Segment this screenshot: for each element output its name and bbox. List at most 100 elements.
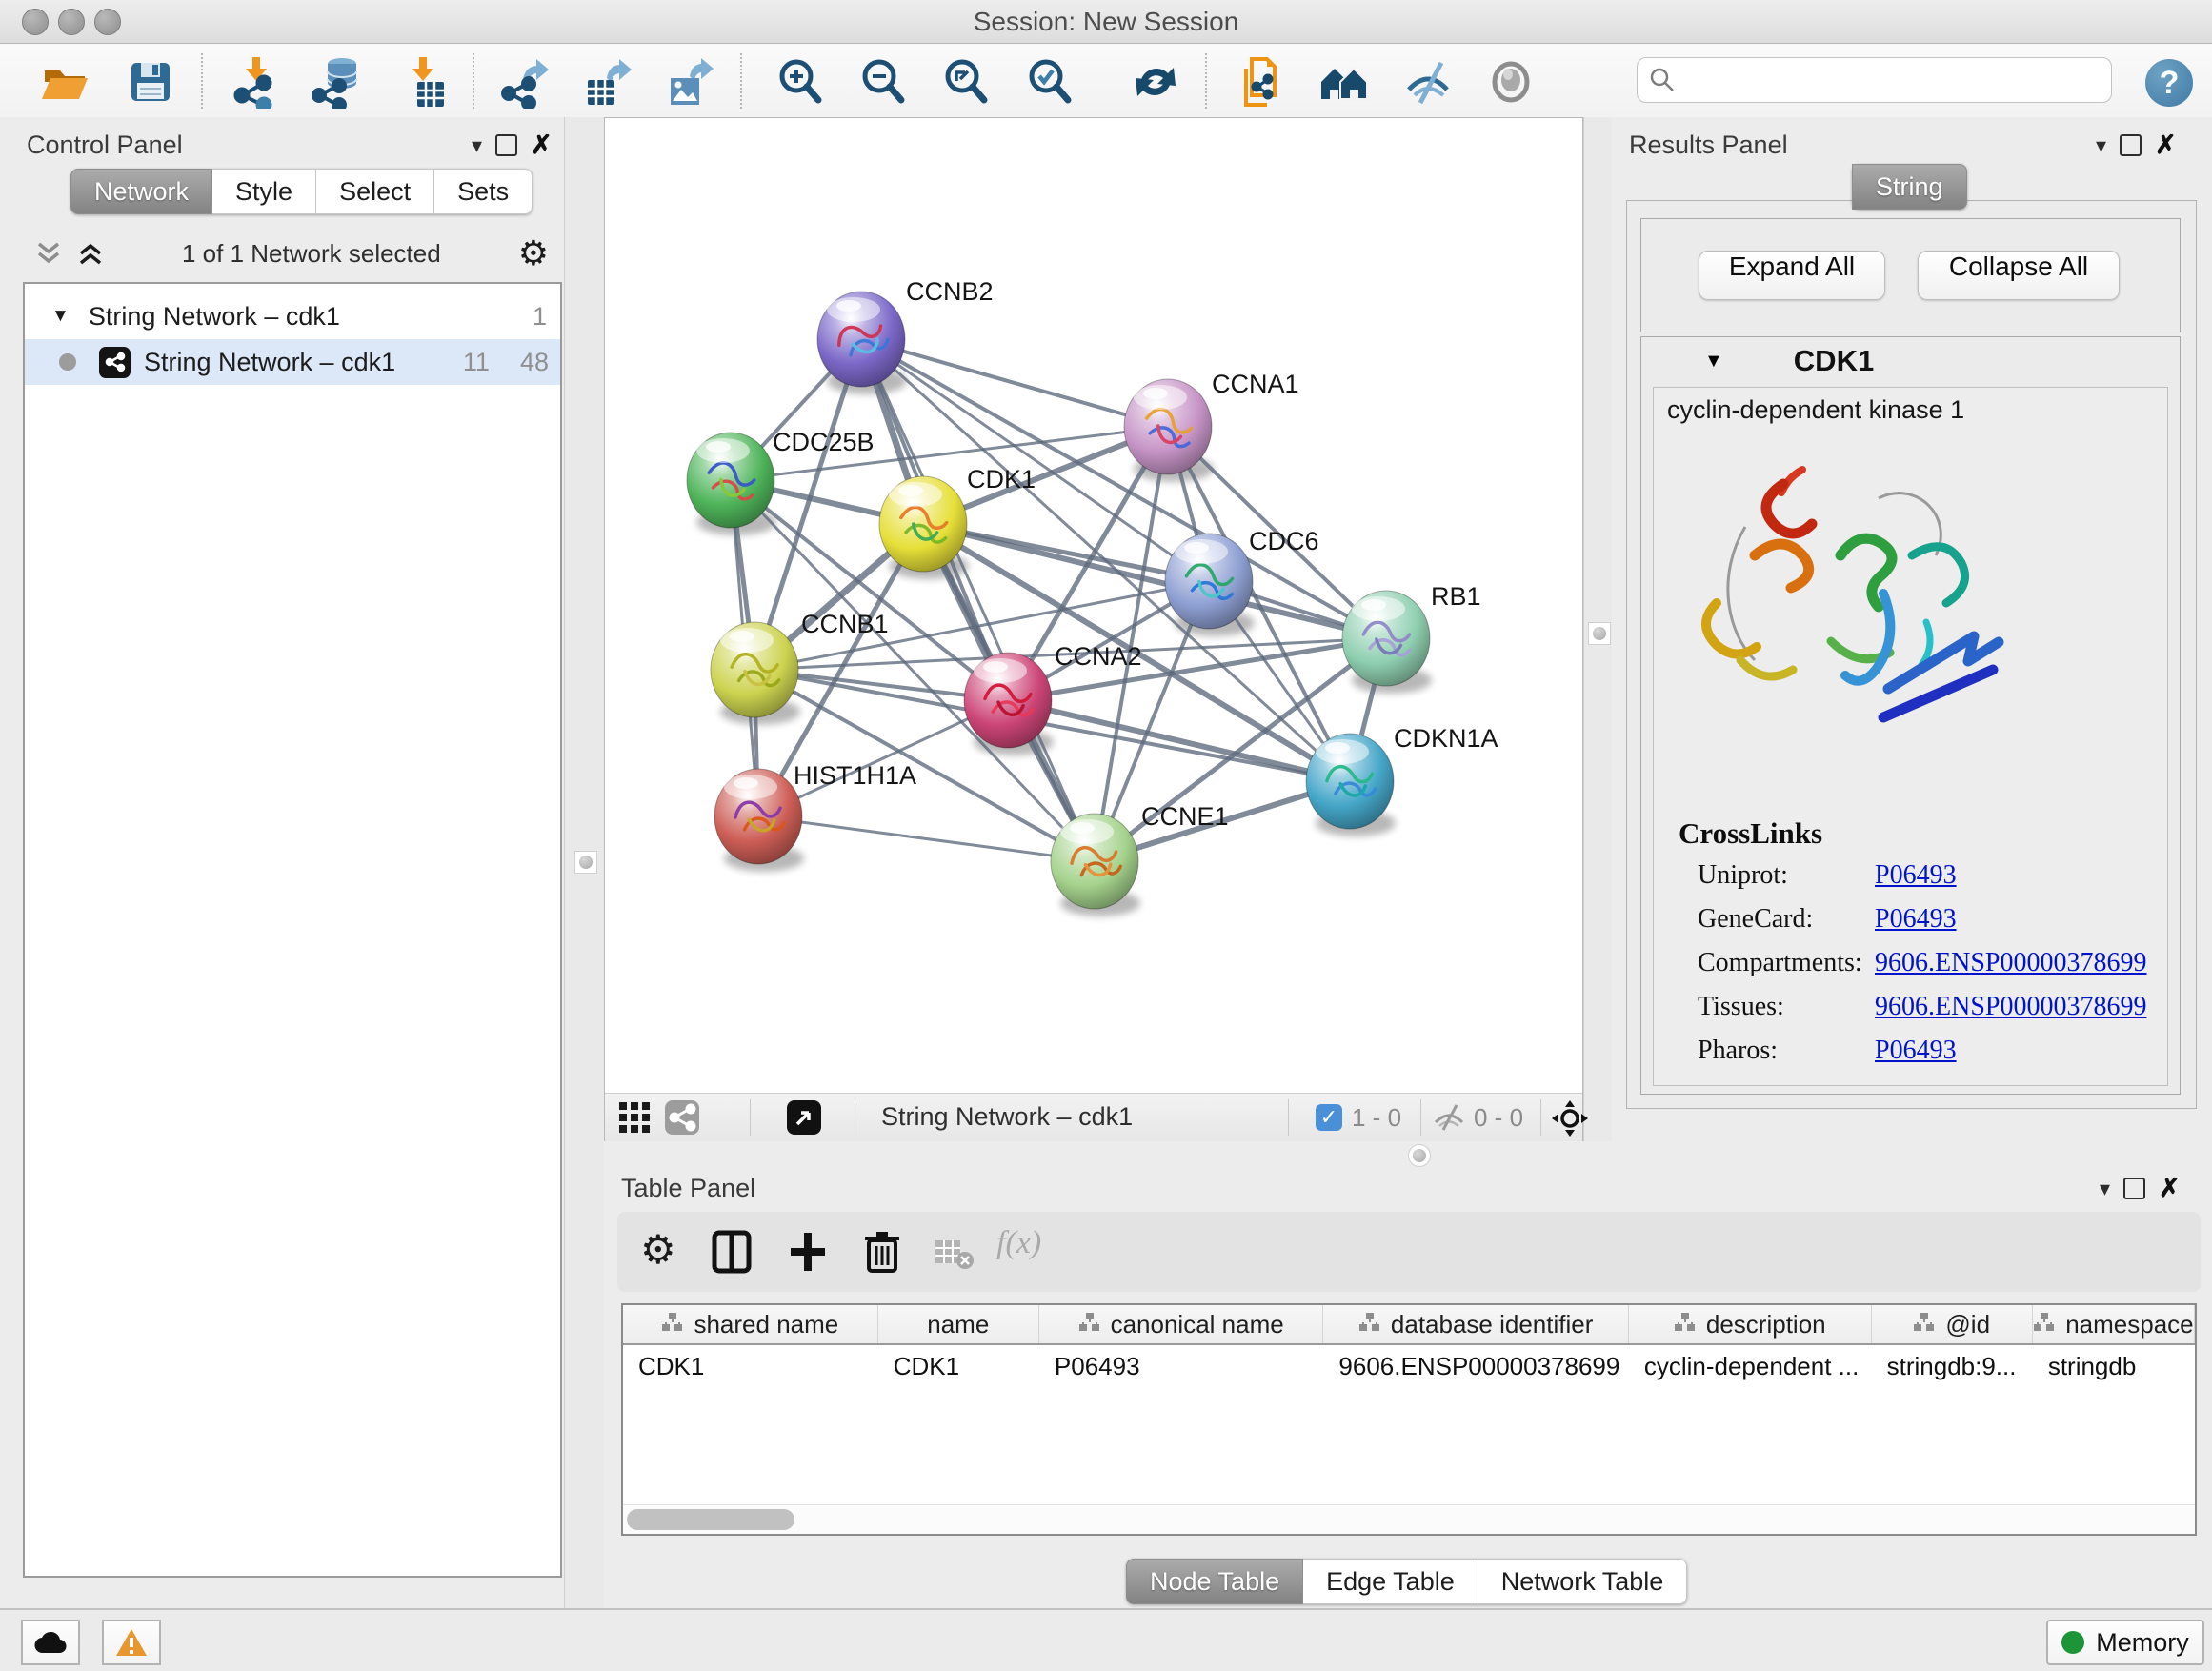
cloud-status-button[interactable]: [21, 1620, 80, 1665]
export-table-icon[interactable]: [580, 55, 633, 109]
network-canvas[interactable]: CCNB2CCNA1CDC25BCDK1CDC6RB1CCNB1CCNA2CDK…: [605, 128, 1582, 1093]
selected-nodes-checkbox-icon[interactable]: ✓: [1316, 1104, 1342, 1131]
column-header-name[interactable]: name: [878, 1305, 1039, 1343]
export-image-icon[interactable]: [663, 55, 716, 109]
node-CCNE1[interactable]: [1051, 814, 1138, 909]
show-columns-icon[interactable]: [711, 1229, 753, 1275]
open-session-icon[interactable]: [38, 55, 91, 109]
cell-canonical-name[interactable]: P06493: [1039, 1345, 1324, 1387]
import-table-icon[interactable]: [398, 55, 452, 109]
expand-all-button[interactable]: Expand All: [1699, 251, 1885, 300]
cell-name[interactable]: CDK1: [878, 1345, 1039, 1387]
crosslink-link[interactable]: P06493: [1875, 860, 1957, 891]
edge-CCNE1-HIST1H1A[interactable]: [758, 816, 1095, 861]
zoom-selected-icon[interactable]: [1023, 55, 1076, 109]
edge-CCNB2-CCNA1[interactable]: [861, 339, 1168, 427]
horizontal-splitter-grip[interactable]: [1408, 1144, 1431, 1167]
network-style-icon[interactable]: [664, 1099, 700, 1136]
tab-string[interactable]: String: [1852, 164, 1967, 210]
node-CCNA1[interactable]: [1124, 379, 1212, 474]
create-column-plus-icon[interactable]: [787, 1229, 829, 1275]
hide-selected-eye-slash-icon[interactable]: [1401, 55, 1455, 109]
memory-button[interactable]: Memory: [2046, 1620, 2204, 1665]
collapse-all-chevron-icon[interactable]: [34, 241, 63, 266]
network-from-file-icon[interactable]: [1233, 55, 1286, 109]
node-CDC25B[interactable]: [687, 433, 774, 528]
expand-all-chevron-icon[interactable]: [76, 241, 105, 266]
control-panel-menu-caret-icon[interactable]: ▾: [472, 133, 482, 158]
network-row-selected[interactable]: String Network – cdk1 11 48: [25, 339, 560, 385]
network-options-gear-icon[interactable]: ⚙: [518, 236, 549, 271]
tab-select[interactable]: Select: [316, 169, 434, 214]
results-panel-close-icon[interactable]: ✗: [2155, 131, 2177, 160]
cell-database-identifier[interactable]: 9606.ENSP00000378699: [1323, 1345, 1628, 1387]
node-CCNB2[interactable]: [817, 292, 905, 387]
houses-icon[interactable]: [1317, 55, 1371, 109]
column-header-description[interactable]: description: [1629, 1305, 1872, 1343]
column-header-namespace[interactable]: namespace: [2033, 1305, 2195, 1343]
crosslink-link[interactable]: 9606.ENSP00000378699: [1875, 992, 2146, 1022]
fit-content-crosshair-icon[interactable]: [1552, 1100, 1588, 1137]
birdseye-view-icon[interactable]: [786, 1099, 822, 1136]
edge-CCNA2-CDKN1A[interactable]: [1008, 700, 1350, 781]
tab-edge-table[interactable]: Edge Table: [1303, 1559, 1478, 1604]
zoom-out-icon[interactable]: [856, 55, 910, 109]
import-network-from-database-icon[interactable]: [311, 55, 364, 109]
gene-section-header[interactable]: ▼ CDK1: [1641, 337, 2180, 385]
node-CDKN1A[interactable]: [1306, 734, 1394, 829]
scrollbar-thumb[interactable]: [627, 1509, 794, 1530]
cell-namespace[interactable]: stringdb: [2033, 1345, 2195, 1387]
tab-sets[interactable]: Sets: [434, 169, 533, 214]
grid-view-icon[interactable]: [618, 1101, 651, 1134]
control-panel-close-icon[interactable]: ✗: [531, 131, 553, 160]
right-splitter-grip[interactable]: [1588, 622, 1611, 645]
table-options-gear-icon[interactable]: ⚙: [640, 1233, 676, 1267]
column-header-shared-name[interactable]: shared name: [623, 1305, 878, 1343]
refresh-icon[interactable]: [1129, 55, 1182, 109]
cell-description[interactable]: cyclin-dependent ...: [1629, 1345, 1872, 1387]
tab-style[interactable]: Style: [212, 169, 316, 214]
column-header-canonical-name[interactable]: canonical name: [1039, 1305, 1324, 1343]
column-header-database-identifier[interactable]: database identifier: [1323, 1305, 1628, 1343]
table-horizontal-scrollbar[interactable]: [623, 1504, 2195, 1534]
zoom-fit-icon[interactable]: [939, 55, 993, 109]
gene-collapse-caret-icon[interactable]: ▼: [1704, 351, 1723, 372]
collapse-all-button[interactable]: Collapse All: [1918, 251, 2120, 300]
cell--id[interactable]: stringdb:9...: [1872, 1345, 2033, 1387]
tree-expand-caret-icon[interactable]: ▼: [51, 306, 70, 327]
tab-network[interactable]: Network: [70, 169, 212, 214]
table-panel-close-icon[interactable]: ✗: [2159, 1174, 2181, 1203]
tab-node-table[interactable]: Node Table: [1126, 1559, 1303, 1604]
control-panel-float-icon[interactable]: [495, 134, 517, 156]
node-CDC6[interactable]: [1165, 534, 1253, 629]
column-header--id[interactable]: @id: [1872, 1305, 2033, 1343]
left-splitter-grip[interactable]: [574, 851, 597, 874]
crosslink-link[interactable]: P06493: [1875, 1036, 1957, 1066]
crosslink-link[interactable]: P06493: [1875, 904, 1957, 935]
results-panel-menu-caret-icon[interactable]: ▾: [2096, 133, 2106, 158]
cell-shared-name[interactable]: CDK1: [623, 1345, 878, 1387]
table-panel-menu-caret-icon[interactable]: ▾: [2100, 1177, 2110, 1201]
import-network-icon[interactable]: [231, 55, 285, 109]
warnings-button[interactable]: [102, 1620, 161, 1665]
table-row[interactable]: CDK1CDK1P064939606.ENSP00000378699cyclin…: [623, 1345, 2195, 1387]
crosslink-link[interactable]: 9606.ENSP00000378699: [1875, 948, 2146, 978]
zoom-in-icon[interactable]: [774, 55, 827, 109]
node-label-CCNA1: CCNA1: [1212, 370, 1299, 398]
help-button[interactable]: ?: [2145, 59, 2193, 107]
node-CCNA2[interactable]: [964, 653, 1052, 748]
delete-column-trash-icon[interactable]: [863, 1229, 901, 1275]
network-collection-row[interactable]: ▼ String Network – cdk1 1: [25, 293, 560, 339]
search-input[interactable]: [1683, 60, 2097, 100]
table-panel-float-icon[interactable]: [2123, 1178, 2145, 1199]
horizontal-splitter[interactable]: [604, 1141, 2212, 1168]
save-session-icon[interactable]: [124, 55, 177, 109]
left-splitter[interactable]: [564, 117, 606, 1608]
node-HIST1H1A[interactable]: [714, 769, 802, 864]
node-CDK1[interactable]: [879, 476, 967, 572]
export-network-icon[interactable]: [498, 55, 552, 109]
results-panel-float-icon[interactable]: [2120, 134, 2142, 156]
node-CCNB1[interactable]: [711, 622, 798, 717]
node-RB1[interactable]: [1342, 591, 1430, 686]
tab-network-table[interactable]: Network Table: [1478, 1559, 1688, 1604]
